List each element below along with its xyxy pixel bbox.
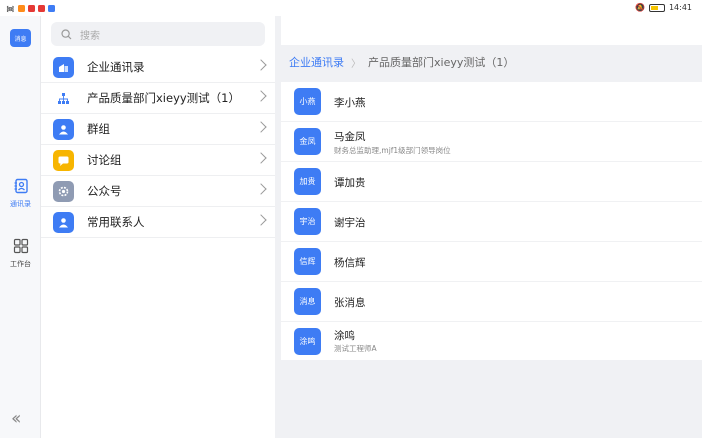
contact-list: 小燕 李小燕 金凤 马金凤 财务总监助理,mjf1级部门领导岗位 加贵 谭加贵 … <box>281 82 702 360</box>
nav-item-official-accounts[interactable]: 公众号 <box>41 176 275 207</box>
status-icons-right: 🔕 14:41 <box>635 3 692 12</box>
avatar: 宇治 <box>294 208 321 235</box>
gear-icon <box>53 181 74 202</box>
breadcrumb-root-link[interactable]: 企业通讯录 <box>289 54 344 70</box>
mail-notification-icon <box>37 5 45 12</box>
contact-title: 财务总监助理,mjf1级部门领导岗位 <box>334 146 451 155</box>
clock: 14:41 <box>668 3 692 12</box>
nav-item-label: 群组 <box>87 122 110 136</box>
chevron-right-icon <box>255 214 267 226</box>
nav-item-label: 公众号 <box>87 184 122 198</box>
search-icon <box>61 28 72 39</box>
nav-list: 企业通讯录 产品质量部门xieyy测试（1） 群组 讨论组 公众号 常用联系人 <box>41 52 275 238</box>
contact-title: 测试工程师A <box>334 344 377 353</box>
contact-name: 张消息 <box>334 297 366 309</box>
contact-row[interactable]: 涂鸣 涂鸣 测试工程师A <box>281 322 702 360</box>
building-icon <box>53 57 74 78</box>
breadcrumb: 企业通讯录 〉 产品质量部门xieyy测试（1） <box>281 48 702 76</box>
rail-item-label: 工作台 <box>10 260 31 268</box>
group-icon <box>53 119 74 140</box>
nav-item-enterprise-directory[interactable]: 企业通讯录 <box>41 52 275 83</box>
nav-rail: 消息 通讯录 工作台 ‹‹ <box>0 16 41 438</box>
contact-row[interactable]: 消息 张消息 <box>281 282 702 322</box>
contact-row[interactable]: 加贵 谭加贵 <box>281 162 702 202</box>
breadcrumb-current: 产品质量部门xieyy测试（1） <box>368 56 515 69</box>
nav-item-label: 讨论组 <box>87 153 122 167</box>
chevron-right-icon <box>255 121 267 133</box>
avatar: 涂鸣 <box>294 328 321 355</box>
contact-row[interactable]: 金凤 马金凤 财务总监助理,mjf1级部门领导岗位 <box>281 122 702 162</box>
breadcrumb-separator-icon: 〉 <box>351 58 361 70</box>
avatar: 加贵 <box>294 168 321 195</box>
nav-item-discussions[interactable]: 讨论组 <box>41 145 275 176</box>
mute-icon: 🔕 <box>634 3 645 12</box>
app-notification-icon <box>47 5 55 12</box>
contact-name: 谢宇治 <box>334 217 366 229</box>
messages-button[interactable]: 消息 <box>10 29 31 47</box>
chevron-right-icon <box>255 152 267 164</box>
address-book-icon <box>14 178 28 194</box>
search-input[interactable]: 搜索 <box>51 22 265 46</box>
rail-item-workbench[interactable]: 工作台 <box>0 238 41 269</box>
contact-row[interactable]: 信辉 杨信辉 <box>281 242 702 282</box>
nav-item-department[interactable]: 产品质量部门xieyy测试（1） <box>41 83 275 114</box>
nav-item-frequent-contacts[interactable]: 常用联系人 <box>41 207 275 238</box>
nav-item-label: 产品质量部门xieyy测试（1） <box>87 91 241 105</box>
contact-icon <box>53 212 74 233</box>
avatar: 金凤 <box>294 128 321 155</box>
status-bar: ᯼ 🔕 14:41 <box>0 0 702 16</box>
search-placeholder: 搜索 <box>80 30 100 42</box>
wifi-icon: ᯼ <box>6 4 15 13</box>
status-icons-left: ᯼ <box>6 3 55 14</box>
collapse-rail-icon[interactable]: ‹‹ <box>11 408 22 429</box>
app-notification-icon <box>27 5 35 12</box>
contact-detail-panel: 企业通讯录 〉 产品质量部门xieyy测试（1） 小燕 李小燕 金凤 马金凤 财… <box>281 16 702 438</box>
contact-name: 李小燕 <box>334 97 366 109</box>
chevron-right-icon <box>255 183 267 195</box>
chevron-right-icon <box>255 90 267 102</box>
nav-item-label: 企业通讯录 <box>87 60 145 74</box>
contacts-nav-panel: 搜索 企业通讯录 产品质量部门xieyy测试（1） 群组 讨论组 公众号 常用联… <box>41 16 275 438</box>
contact-name: 谭加贵 <box>334 177 366 189</box>
battery-icon <box>648 3 665 12</box>
contact-name: 杨信辉 <box>334 257 366 269</box>
grid-apps-icon <box>13 238 28 254</box>
chat-icon <box>53 150 74 171</box>
app-notification-icon <box>17 5 25 12</box>
avatar: 小燕 <box>294 88 321 115</box>
contact-row[interactable]: 宇治 谢宇治 <box>281 202 702 242</box>
nav-item-groups[interactable]: 群组 <box>41 114 275 145</box>
nav-item-label: 常用联系人 <box>87 215 145 229</box>
contact-row[interactable]: 小燕 李小燕 <box>281 82 702 122</box>
contact-name: 马金凤 <box>334 131 366 143</box>
panel-header <box>281 16 702 45</box>
org-tree-icon <box>53 88 74 109</box>
avatar: 消息 <box>294 288 321 315</box>
avatar: 信辉 <box>294 248 321 275</box>
contact-name: 涂鸣 <box>334 330 355 342</box>
rail-item-contacts[interactable]: 通讯录 <box>0 178 41 209</box>
chevron-right-icon <box>255 59 267 71</box>
rail-item-label: 通讯录 <box>10 200 31 208</box>
